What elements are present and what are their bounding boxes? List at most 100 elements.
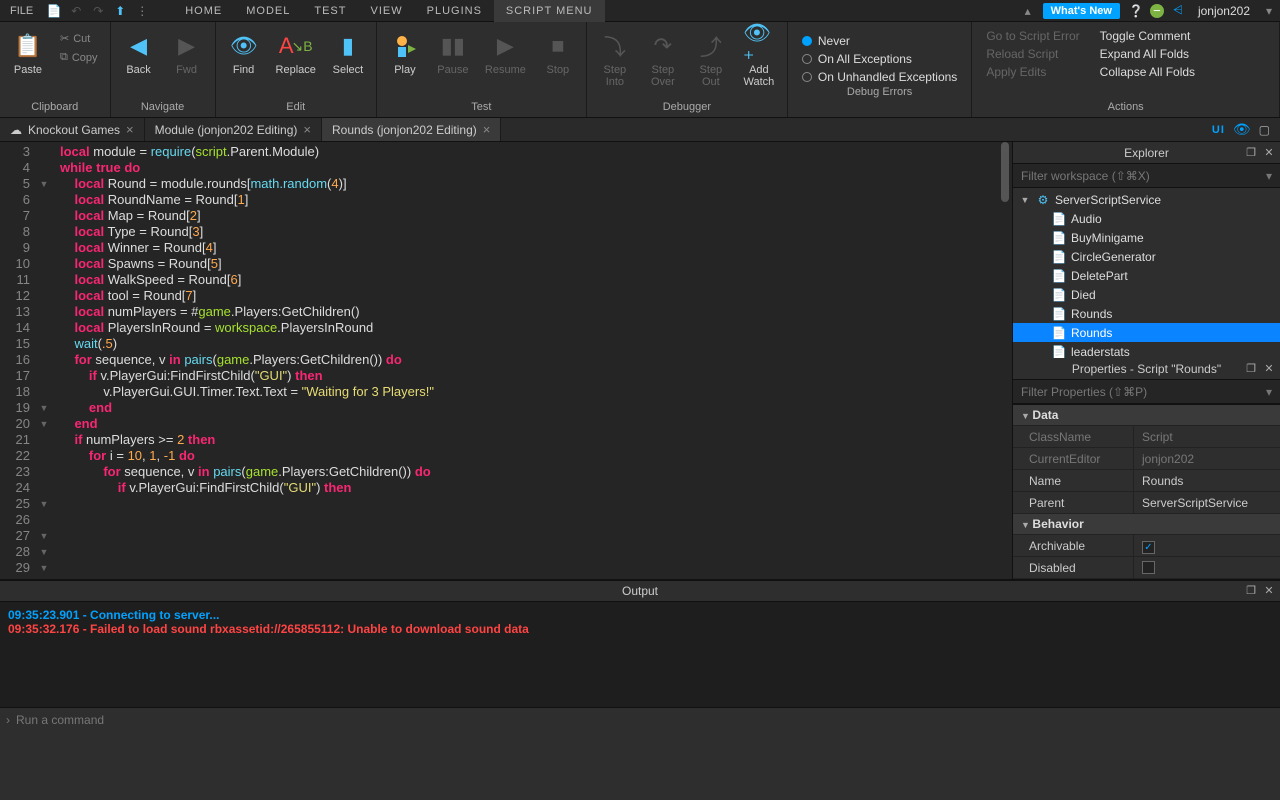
group-label: Navigate bbox=[115, 99, 211, 117]
add-watch-button[interactable]: 👁⁺Add Watch bbox=[735, 26, 783, 92]
chevron-down-icon[interactable]: ▾ bbox=[1266, 385, 1272, 399]
save-icon[interactable]: ⬆ bbox=[111, 2, 129, 20]
ui-toggle[interactable]: UI bbox=[1212, 124, 1225, 136]
more-icon[interactable]: ⋮ bbox=[133, 2, 151, 20]
redo-icon[interactable]: ↷ bbox=[89, 2, 107, 20]
minimize-icon[interactable]: − bbox=[1150, 4, 1164, 18]
select-button[interactable]: ▮Select bbox=[324, 26, 372, 80]
close-icon[interactable]: × bbox=[483, 122, 491, 137]
chevron-down-icon[interactable]: ▾ bbox=[1266, 169, 1272, 183]
menu-test[interactable]: TEST bbox=[302, 0, 358, 22]
share-icon[interactable]: ⩤ bbox=[1168, 1, 1188, 21]
close-icon[interactable]: × bbox=[126, 122, 134, 137]
checkbox-icon[interactable] bbox=[1142, 561, 1155, 574]
close-icon[interactable]: ✕ bbox=[1262, 146, 1276, 160]
file-menu[interactable]: FILE bbox=[0, 5, 43, 17]
menu-script-menu[interactable]: SCRIPT MENU bbox=[494, 0, 605, 22]
prop-value[interactable] bbox=[1133, 557, 1280, 578]
tree-row[interactable]: ▼⚙ServerScriptService bbox=[1013, 190, 1280, 209]
collapse-ribbon-icon[interactable]: ▴ bbox=[1019, 2, 1037, 20]
tree-item-label: Died bbox=[1071, 288, 1096, 302]
debug-error-option[interactable]: On Unhandled Exceptions bbox=[802, 70, 957, 84]
properties-filter[interactable]: Filter Properties (⇧⌘P)▾ bbox=[1013, 380, 1280, 404]
play-button[interactable]: Play bbox=[381, 26, 429, 80]
prop-row[interactable]: Disabled bbox=[1013, 557, 1280, 579]
undo-icon[interactable]: ↶ bbox=[67, 2, 85, 20]
play-icon bbox=[389, 30, 421, 62]
prop-section-header[interactable]: Data bbox=[1013, 405, 1280, 426]
user-dropdown-icon[interactable]: ▾ bbox=[1260, 2, 1278, 20]
paste-button[interactable]: 📋 Paste bbox=[4, 26, 52, 80]
tree-row[interactable]: 📄 Rounds bbox=[1013, 323, 1280, 342]
code-editor[interactable]: 3456789101112131415161718192021222324252… bbox=[0, 142, 1012, 579]
close-icon[interactable]: × bbox=[303, 122, 311, 137]
explorer-tree[interactable]: ▼⚙ServerScriptService📄Audio📄BuyMinigame📄… bbox=[1013, 188, 1280, 358]
output-body[interactable]: 09:35:23.901 - Connecting to server...09… bbox=[0, 602, 1280, 707]
action-item[interactable]: Toggle Comment bbox=[1100, 28, 1195, 44]
prop-value[interactable]: Rounds bbox=[1133, 470, 1280, 491]
explorer-filter[interactable]: Filter workspace (⇧⌘X)▾ bbox=[1013, 164, 1280, 188]
menu-view[interactable]: VIEW bbox=[358, 0, 414, 22]
tree-item-icon: 📄 bbox=[1051, 326, 1067, 340]
action-item[interactable]: Expand All Folds bbox=[1100, 46, 1195, 62]
menu-model[interactable]: MODEL bbox=[234, 0, 302, 22]
back-button[interactable]: ◀Back bbox=[115, 26, 163, 80]
group-label: Test bbox=[381, 99, 582, 117]
doc-tab[interactable]: ☁Knockout Games× bbox=[0, 118, 145, 141]
tree-row[interactable]: 📄BuyMinigame bbox=[1013, 228, 1280, 247]
undock-icon[interactable]: ❐ bbox=[1244, 362, 1258, 376]
prop-value[interactable]: ServerScriptService bbox=[1133, 492, 1280, 513]
prop-row[interactable]: NameRounds bbox=[1013, 470, 1280, 492]
replace-button[interactable]: A↘BReplace bbox=[268, 26, 324, 80]
tree-row[interactable]: 📄leaderstats bbox=[1013, 342, 1280, 358]
tree-row[interactable]: 📄Died bbox=[1013, 285, 1280, 304]
ribbon-group-debugger: ⤵Step Into↷Step Over⤴Step Out👁⁺Add Watch… bbox=[587, 22, 788, 117]
undock-icon[interactable]: ❐ bbox=[1244, 146, 1258, 160]
device-icon[interactable]: ▢ bbox=[1259, 123, 1270, 137]
whats-new-button[interactable]: What's New bbox=[1043, 3, 1120, 19]
prop-name: CurrentEditor bbox=[1013, 448, 1133, 469]
username-label[interactable]: jonjon202 bbox=[1190, 4, 1258, 18]
step-over-icon: ↷ bbox=[647, 30, 679, 62]
close-icon[interactable]: ✕ bbox=[1262, 584, 1276, 598]
tree-row[interactable]: 📄Audio bbox=[1013, 209, 1280, 228]
preview-icon[interactable]: 👁 bbox=[1233, 121, 1251, 138]
tree-item-label: leaderstats bbox=[1071, 345, 1130, 359]
step-into-icon: ⤵ bbox=[599, 30, 631, 62]
cut-button[interactable]: ✂Cut bbox=[56, 30, 102, 47]
tree-row[interactable]: 📄CircleGenerator bbox=[1013, 247, 1280, 266]
debug-error-option[interactable]: Never bbox=[802, 34, 957, 48]
find-button[interactable]: 👁Find bbox=[220, 26, 268, 80]
code-area[interactable]: local module = require(script.Parent.Mod… bbox=[52, 142, 998, 579]
close-icon[interactable]: ✕ bbox=[1262, 362, 1276, 376]
prop-value[interactable]: ✓ bbox=[1133, 535, 1280, 556]
prop-row[interactable]: CurrentEditorjonjon202 bbox=[1013, 448, 1280, 470]
prop-row[interactable]: Archivable✓ bbox=[1013, 535, 1280, 557]
checkbox-icon[interactable]: ✓ bbox=[1142, 541, 1155, 554]
help-icon[interactable]: ❔ bbox=[1126, 1, 1146, 21]
tree-arrow-icon[interactable]: ▼ bbox=[1019, 195, 1031, 205]
doc-tab[interactable]: Rounds (jonjon202 Editing)× bbox=[322, 118, 501, 141]
prop-row[interactable]: ParentServerScriptService bbox=[1013, 492, 1280, 514]
tree-item-label: Rounds bbox=[1071, 326, 1112, 340]
prompt-icon: › bbox=[6, 713, 10, 727]
fold-gutter[interactable]: ▼▼▼▼▼▼▼ bbox=[36, 142, 52, 579]
new-file-icon[interactable]: 📄 bbox=[45, 2, 63, 20]
prop-section-header[interactable]: Behavior bbox=[1013, 514, 1280, 535]
command-bar[interactable]: › Run a command bbox=[0, 707, 1280, 731]
radio-icon bbox=[802, 54, 812, 64]
tree-row[interactable]: 📄DeletePart bbox=[1013, 266, 1280, 285]
doc-tab[interactable]: Module (jonjon202 Editing)× bbox=[145, 118, 322, 141]
menu-plugins[interactable]: PLUGINS bbox=[415, 0, 494, 22]
prop-row[interactable]: ClassNameScript bbox=[1013, 426, 1280, 448]
undock-icon[interactable]: ❐ bbox=[1244, 584, 1258, 598]
editor-scrollbar[interactable] bbox=[998, 142, 1012, 579]
step-into-button: ⤵Step Into bbox=[591, 26, 639, 92]
menu-home[interactable]: HOME bbox=[173, 0, 234, 22]
tree-row[interactable]: 📄Rounds bbox=[1013, 304, 1280, 323]
action-item[interactable]: Collapse All Folds bbox=[1100, 64, 1195, 80]
prop-value: jonjon202 bbox=[1133, 448, 1280, 469]
prop-name: ClassName bbox=[1013, 426, 1133, 447]
copy-button[interactable]: ⧉Copy bbox=[56, 49, 102, 66]
debug-error-option[interactable]: On All Exceptions bbox=[802, 52, 957, 66]
